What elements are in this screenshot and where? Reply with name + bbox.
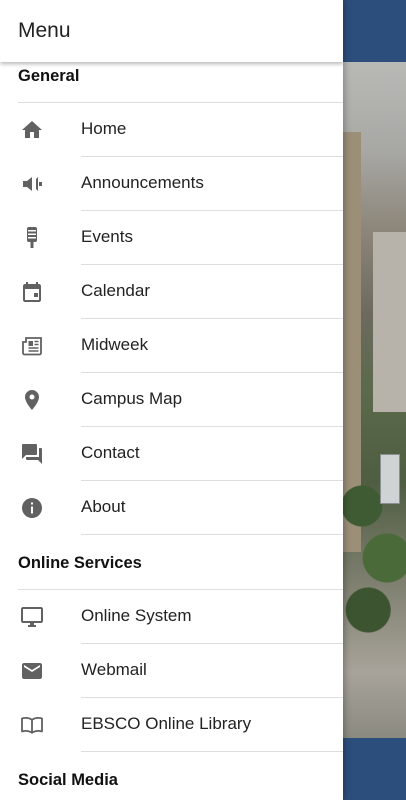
menu-item-ebsco-library[interactable]: EBSCO Online Library (0, 698, 343, 752)
menu-item-label: Calendar (81, 281, 150, 300)
newspaper-icon (20, 334, 44, 358)
map-pin-icon (20, 388, 44, 412)
photo-trees (343, 402, 406, 662)
photo-building (373, 232, 406, 412)
book-icon (20, 713, 44, 737)
section-title-general: General (18, 67, 80, 85)
menu-item-label: EBSCO Online Library (81, 714, 252, 733)
megaphone-icon (20, 172, 44, 196)
chat-icon (20, 442, 44, 466)
menu-item-label: Events (81, 227, 133, 246)
menu-item-online-system[interactable]: Online System (0, 590, 343, 644)
section-title-social-media: Social Media (18, 771, 118, 789)
calendar-icon (20, 280, 44, 304)
mail-icon (20, 659, 44, 683)
menu-item-label: Home (81, 119, 127, 138)
background-bottom-bar (343, 738, 406, 800)
menu-item-announcements[interactable]: Announcements (0, 157, 343, 211)
microphone-icon (20, 226, 44, 250)
photo-banner (380, 454, 400, 504)
section-title-online-services: Online Services (18, 554, 142, 572)
menu-item-label: Midweek (81, 335, 149, 354)
menu-item-campus-map[interactable]: Campus Map (0, 373, 343, 427)
menu-item-midweek[interactable]: Midweek (0, 319, 343, 373)
menu-item-label: Webmail (81, 660, 147, 679)
menu-item-home[interactable]: Home (0, 103, 343, 157)
navigation-drawer: Menu General Home Announcements Events C… (0, 0, 343, 800)
menu-item-label: About (81, 497, 126, 516)
menu-item-contact[interactable]: Contact (0, 427, 343, 481)
home-icon (20, 118, 44, 142)
menu-item-label: Announcements (81, 173, 204, 192)
menu-item-calendar[interactable]: Calendar (0, 265, 343, 319)
monitor-icon (20, 605, 44, 629)
menu-item-events[interactable]: Events (0, 211, 343, 265)
menu-item-label: Contact (81, 443, 140, 462)
item-divider (81, 534, 343, 535)
menu-item-label: Online System (81, 606, 192, 625)
background-photo (343, 62, 406, 738)
item-divider (81, 751, 343, 752)
drawer-header: Menu (0, 0, 343, 62)
menu-item-label: Campus Map (81, 389, 183, 408)
menu-item-about[interactable]: About (0, 481, 343, 535)
drawer-title: Menu (18, 19, 71, 42)
menu-item-webmail[interactable]: Webmail (0, 644, 343, 698)
info-icon (20, 496, 44, 520)
